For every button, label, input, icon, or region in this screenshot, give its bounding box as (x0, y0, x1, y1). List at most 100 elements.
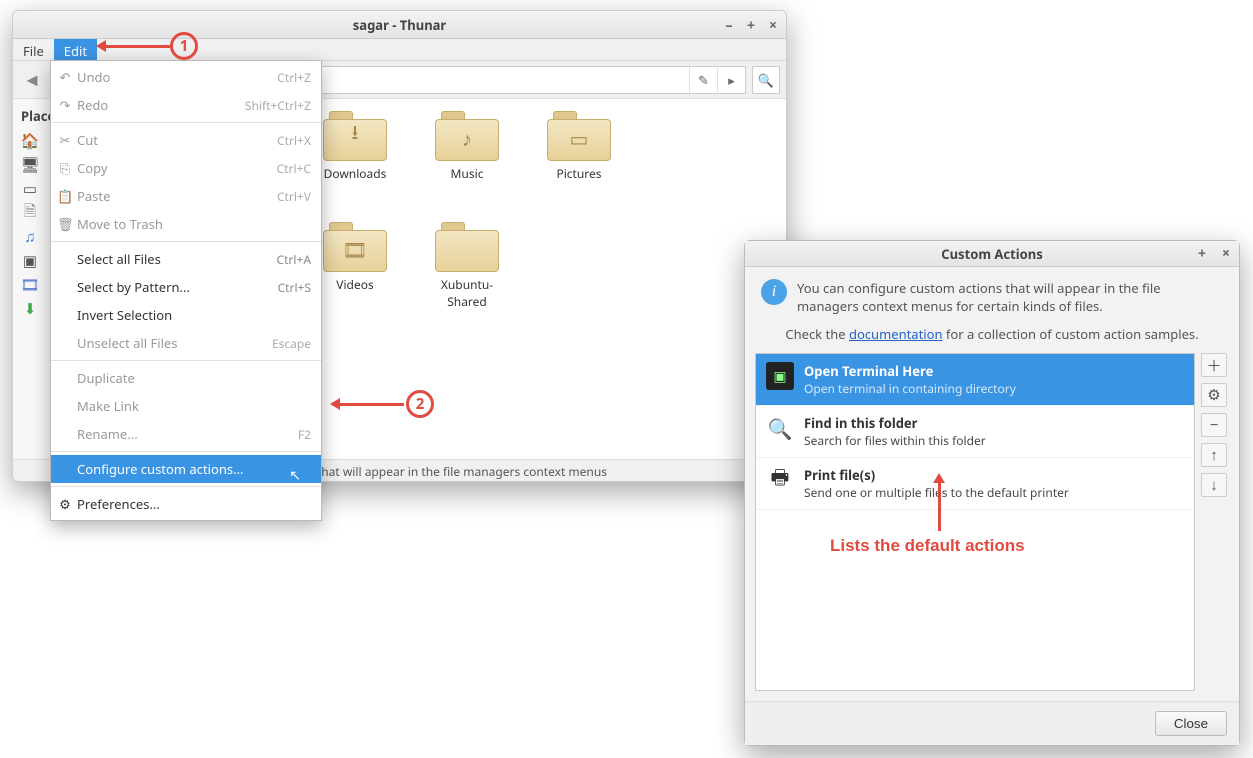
folder-icon: ♪ (435, 111, 499, 161)
sidebar-icon: ♫ (21, 228, 39, 246)
menu-item-label: Paste (77, 187, 110, 205)
annotation-1: 1 (170, 32, 198, 60)
sidebar-icon: 🏠 (21, 132, 39, 150)
menu-separator (51, 241, 321, 242)
sidebar-icon: 🖥 (21, 156, 39, 174)
menu-item: Duplicate (51, 364, 321, 392)
action-row[interactable]: 🖶Print file(s)Send one or multiple files… (756, 458, 1194, 510)
folder-label: Xubuntu-Shared (423, 276, 511, 310)
folder-label: Pictures (556, 165, 601, 182)
menu-item-label: Configure custom actions... (77, 460, 244, 478)
folder-label: Music (451, 165, 484, 182)
step2-badge: 2 (406, 390, 434, 418)
menu-file[interactable]: File (13, 39, 54, 60)
menu-item[interactable]: ⚙Preferences... (51, 490, 321, 518)
close-button[interactable]: Close (1155, 711, 1227, 736)
arrow-to-list (938, 477, 941, 531)
action-subtitle: Search for files within this folder (804, 432, 986, 449)
menu-item[interactable]: Select all FilesCtrl+A (51, 245, 321, 273)
menu-item[interactable]: Configure custom actions...↖ (51, 455, 321, 483)
maximize-button[interactable]: + (744, 18, 758, 32)
folder-item[interactable]: 🎞Videos (311, 222, 399, 310)
remove-action-button[interactable]: − (1201, 413, 1227, 437)
add-action-button[interactable]: ＋ (1201, 353, 1227, 377)
folder-icon: ⭳ (323, 111, 387, 161)
arrow-to-configure (334, 403, 404, 406)
window-title: sagar - Thunar (353, 16, 447, 34)
menu-item-icon: 🗑 (57, 215, 73, 233)
move-down-button[interactable]: ↓ (1201, 473, 1227, 497)
sidebar-icon: 🎞 (21, 276, 39, 294)
path-dropdown-icon[interactable]: ▸ (717, 67, 745, 93)
close-button[interactable]: × (766, 18, 780, 32)
annotation-2: 2 (406, 390, 434, 418)
menu-item-icon: ↷ (57, 96, 73, 114)
menu-item: ↷RedoShift+Ctrl+Z (51, 91, 321, 119)
info-icon: i (761, 279, 787, 305)
action-icon: 🖶 (766, 466, 794, 494)
folder-item[interactable]: ⭳ Downloads (311, 111, 399, 182)
menu-item-label: Copy (77, 159, 107, 177)
arrow-to-edit (100, 45, 170, 48)
menu-item: Rename... F2 (51, 420, 321, 448)
menu-item-accel: F2 (298, 426, 311, 443)
menu-item-accel: Escape (272, 335, 311, 352)
menu-item-label: Undo (77, 68, 110, 86)
dialog-info-text: You can configure custom actions that wi… (797, 279, 1223, 315)
edit-menu-dropdown: ↶UndoCtrl+Z↷RedoShift+Ctrl+Z✂CutCtrl+X⎘C… (50, 60, 322, 521)
menu-item-label: Cut (77, 131, 98, 149)
menu-item: Unselect all FilesEscape (51, 329, 321, 357)
annotation-caption: Lists the default actions (830, 536, 1025, 556)
dialog-title: Custom Actions (941, 245, 1042, 263)
action-title: Open Terminal Here (804, 362, 1016, 380)
edit-path-icon[interactable]: ✎ (689, 67, 717, 93)
folder-item[interactable]: ▭ Pictures (535, 111, 623, 182)
menu-item-accel: Ctrl+C (277, 160, 311, 177)
dialog-close-button[interactable]: × (1219, 247, 1233, 261)
folder-label: Downloads (324, 165, 387, 182)
back-button[interactable]: ◄ (19, 67, 45, 93)
menu-item: ✂CutCtrl+X (51, 126, 321, 154)
sidebar-icon: 🗎 (21, 204, 39, 222)
folder-icon: ▭ (547, 111, 611, 161)
actions-list[interactable]: ▣Open Terminal HereOpen terminal in cont… (755, 353, 1195, 691)
action-title: Find in this folder (804, 414, 986, 432)
folder-item[interactable]: ♪ Music (423, 111, 511, 182)
menu-item-accel: Ctrl+V (277, 188, 311, 205)
action-subtitle: Send one or multiple files to the defaul… (804, 484, 1069, 501)
menu-item-icon: ⚙ (57, 495, 73, 513)
search-button[interactable]: 🔍 (752, 66, 780, 94)
menu-item-label: Move to Trash (77, 215, 163, 233)
sidebar-icon: ▣ (21, 252, 39, 270)
menu-item-icon: 📋 (57, 187, 73, 205)
folder-icon: 🎞 (323, 222, 387, 272)
actions-toolbar: ＋ ⚙ − ↑ ↓ (1201, 353, 1229, 691)
menu-item-label: Redo (77, 96, 108, 114)
dialog-maximize-button[interactable]: + (1195, 247, 1209, 261)
documentation-link[interactable]: documentation (849, 325, 943, 343)
menu-separator (51, 122, 321, 123)
menu-separator (51, 486, 321, 487)
menu-item-label: Duplicate (77, 369, 135, 387)
menu-item: ⎘CopyCtrl+C (51, 154, 321, 182)
dialog-info: i You can configure custom actions that … (745, 267, 1239, 321)
dialog-doc-line: Check the documentation for a collection… (745, 321, 1239, 353)
menubar: File Edit (13, 39, 786, 61)
folder-item[interactable]: Xubuntu-Shared (423, 222, 511, 310)
edit-action-button[interactable]: ⚙ (1201, 383, 1227, 407)
menu-item: Make Link (51, 392, 321, 420)
menu-item-label: Rename... (77, 425, 138, 443)
minimize-button[interactable]: – (722, 18, 736, 32)
action-icon: 🔍 (766, 414, 794, 442)
action-row[interactable]: ▣Open Terminal HereOpen terminal in cont… (756, 354, 1194, 406)
move-up-button[interactable]: ↑ (1201, 443, 1227, 467)
menu-item-label: Select by Pattern... (77, 278, 190, 296)
window-controls: – + × (722, 11, 780, 39)
action-subtitle: Open terminal in containing directory (804, 380, 1016, 397)
action-row[interactable]: 🔍 Find in this folderSearch for files wit… (756, 406, 1194, 458)
menu-item[interactable]: Invert Selection (51, 301, 321, 329)
folder-icon (435, 222, 499, 272)
menu-separator (51, 360, 321, 361)
menu-separator (51, 451, 321, 452)
menu-item[interactable]: Select by Pattern...Ctrl+S (51, 273, 321, 301)
